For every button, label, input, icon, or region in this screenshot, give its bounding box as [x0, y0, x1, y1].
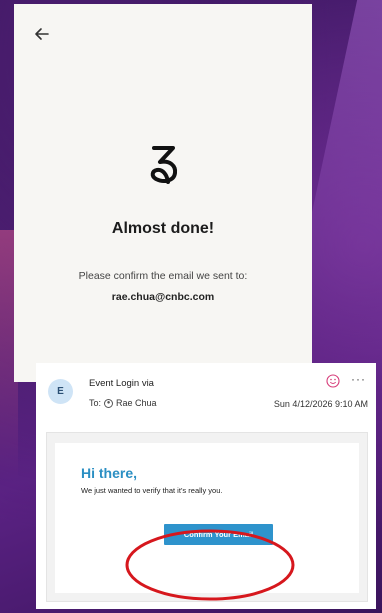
- email-content-card: Hi there, We just wanted to verify that …: [55, 443, 359, 593]
- recipient-email: rae.chua@cnbc.com: [111, 291, 215, 303]
- email-recipient-row: To: ● Rae Chua: [89, 398, 157, 408]
- recipient-name[interactable]: Rae Chua: [116, 398, 157, 408]
- email-date: Sun 4/12/2026 9:10 AM: [273, 399, 368, 409]
- smiley-icon[interactable]: [326, 374, 340, 388]
- arrow-left-icon[interactable]: [32, 24, 52, 44]
- confirm-email-button[interactable]: Confirm Your Email: [164, 524, 273, 545]
- confirmation-message: Please confirm the email we sent to:: [78, 270, 248, 282]
- email-body: Hi there, We just wanted to verify that …: [46, 432, 368, 602]
- app-confirmation-screen: Almost done! Please confirm the email we…: [14, 4, 312, 382]
- person-icon: ●: [104, 398, 114, 408]
- email-greeting: Hi there,: [81, 465, 138, 481]
- to-label: To:: [89, 398, 102, 408]
- avatar: E: [48, 379, 73, 404]
- email-sender: Event Login via: [89, 378, 154, 389]
- page-title: Almost done!: [111, 220, 215, 237]
- brand-logo: [150, 146, 178, 184]
- more-icon[interactable]: ···: [351, 373, 366, 385]
- email-body-text: We just wanted to verify that it’s reall…: [81, 486, 223, 495]
- email-preview: E Event Login via To: ● Rae Chua Sun 4/1…: [36, 363, 376, 609]
